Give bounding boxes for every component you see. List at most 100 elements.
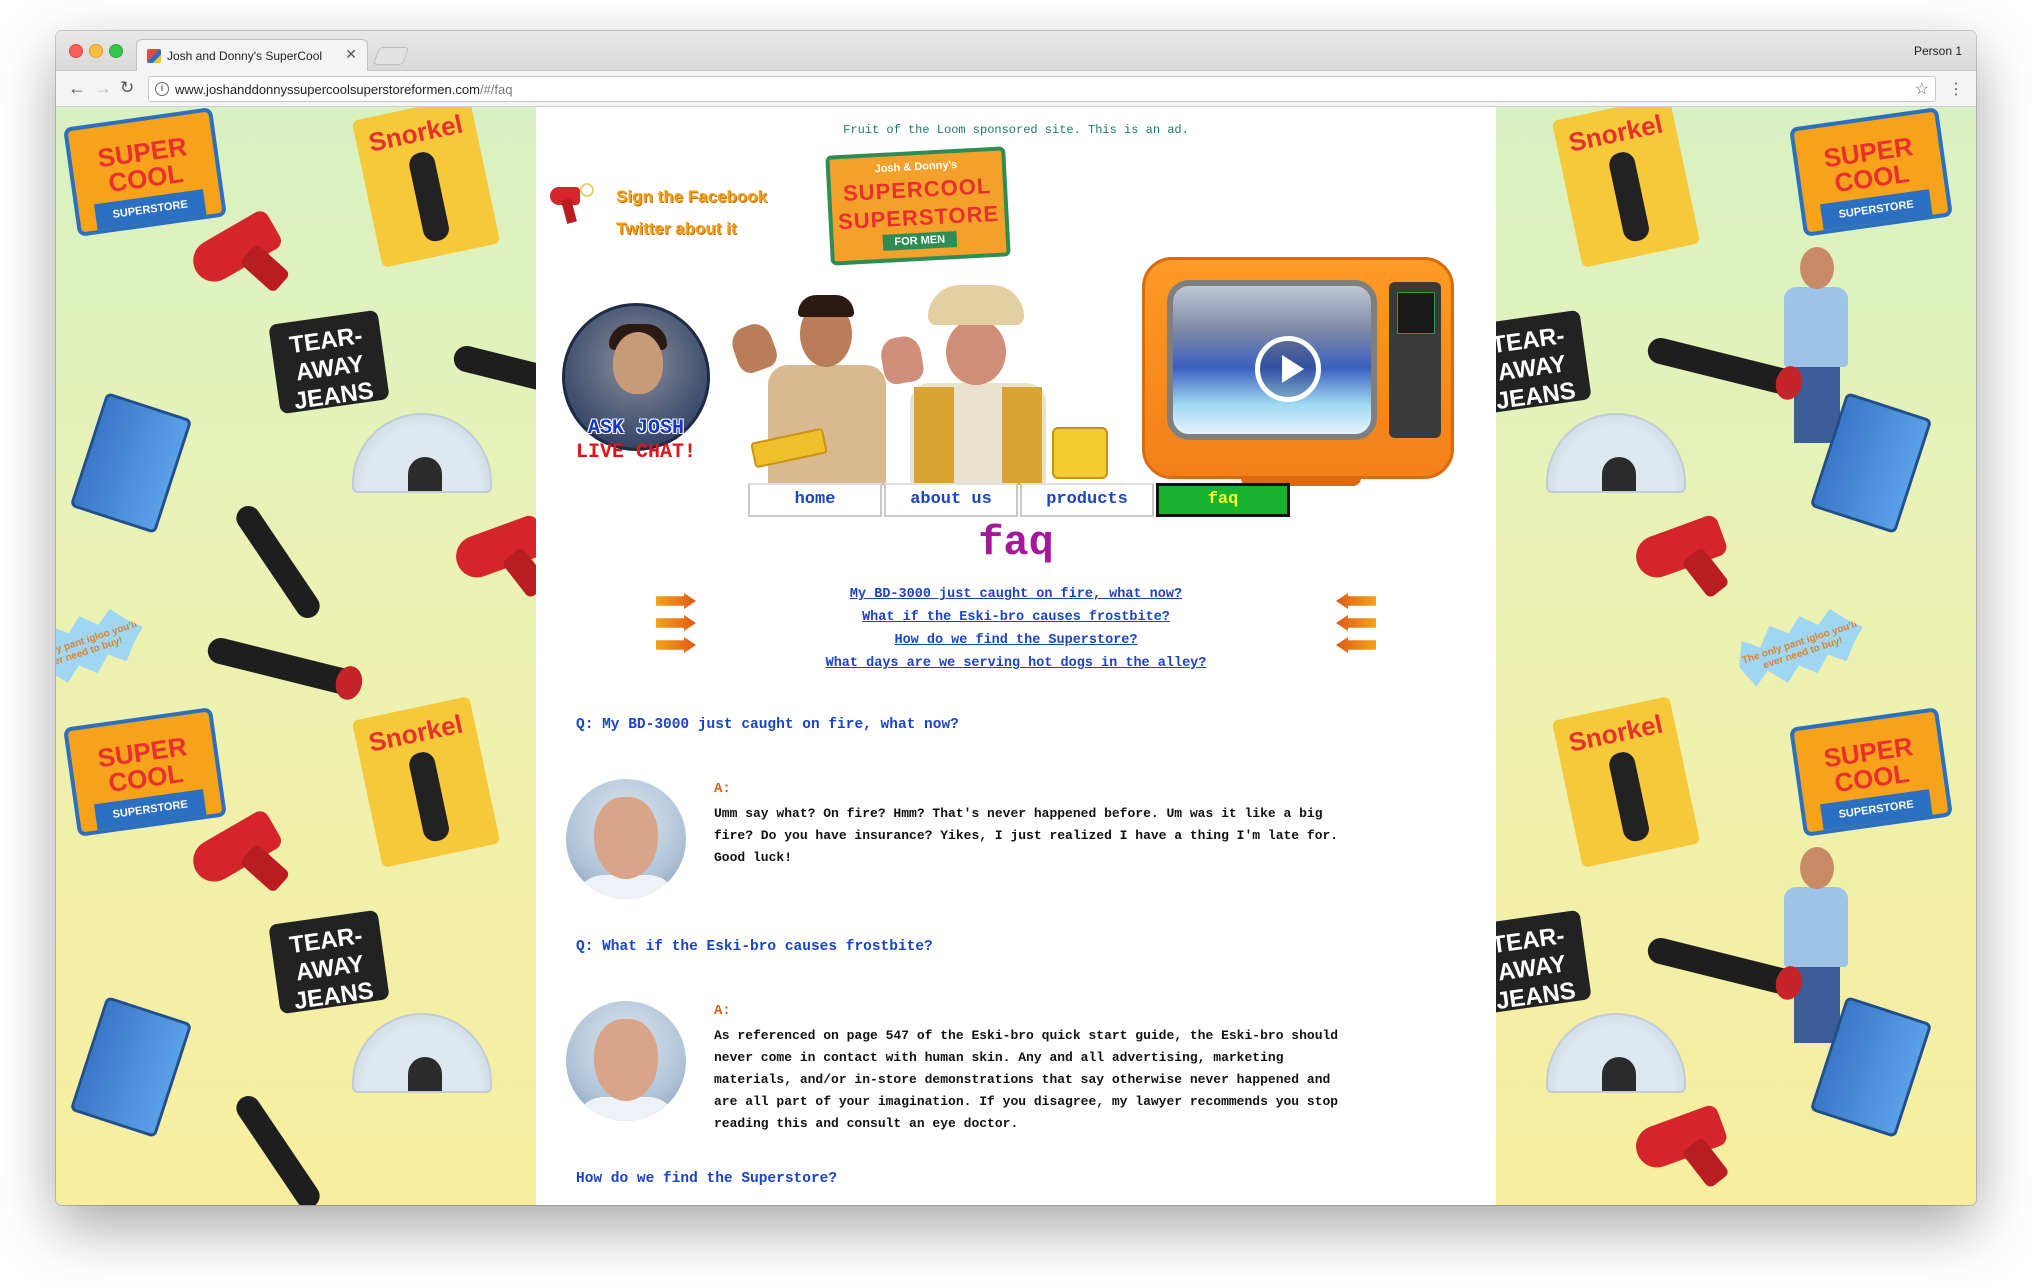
video-tv-player[interactable] bbox=[1142, 257, 1454, 486]
sticker-line: TEAR-AWAY bbox=[287, 922, 366, 987]
tv-screen[interactable] bbox=[1167, 280, 1377, 440]
igloo-starburst-badge: The only pant igloo you'll ever need to … bbox=[1730, 598, 1872, 695]
browser-menu-icon[interactable]: ⋮ bbox=[1948, 79, 1964, 99]
wallpaper-left: SUPER COOL SUPERSTORE Snorkel TEAR-AWAY … bbox=[56, 107, 536, 1205]
fridge-icon bbox=[69, 996, 193, 1138]
snorkel-tube-icon bbox=[1607, 749, 1652, 844]
hairdryer-icon bbox=[1630, 1103, 1732, 1189]
pant-snorkel-sticker: Snorkel bbox=[351, 696, 501, 868]
faq-link[interactable]: What days are we serving hot dogs in the… bbox=[536, 652, 1496, 675]
play-icon[interactable] bbox=[1255, 336, 1321, 402]
snorkel-pipe-icon bbox=[231, 1091, 325, 1205]
url-host: www.joshanddonnyssupercoolsuperstoreform… bbox=[175, 82, 480, 97]
wallpaper-right: Snorkel SUPER COOL SUPERSTORE TEAR-AWAY … bbox=[1496, 107, 1976, 1205]
faq-answer: Umm say what? On fire? Hmm? That's never… bbox=[714, 806, 1339, 865]
site-logo[interactable]: Josh & Donny's SUPERCOOL SUPERSTORE FOR … bbox=[825, 146, 1011, 266]
pant-snorkel-sticker: Snorkel bbox=[351, 107, 501, 268]
browser-toolbar: ← → ↻ i www.joshanddonnyssupercoolsupers… bbox=[56, 71, 1976, 107]
snorkel-pipe-icon bbox=[231, 501, 325, 623]
pant-snorkel-sticker: Snorkel bbox=[1551, 696, 1701, 868]
igloo-icon bbox=[1546, 413, 1686, 493]
faq-answer: As referenced on page 547 of the Eski-br… bbox=[714, 1028, 1339, 1131]
faq-question: Q: What if the Eski-bro causes frostbite… bbox=[576, 939, 933, 955]
tear-away-jeans-sticker: TEAR-AWAY JEANS bbox=[268, 309, 390, 415]
tab-title: Josh and Donny's SuperCool bbox=[167, 49, 323, 63]
forward-arrow-icon[interactable]: → bbox=[94, 78, 112, 98]
igloo-icon bbox=[352, 1013, 492, 1093]
donny-avatar bbox=[566, 1001, 686, 1121]
close-window-button[interactable] bbox=[69, 44, 83, 58]
faq-question: Q: My BD-3000 just caught on fire, what … bbox=[576, 717, 959, 733]
belt-icon bbox=[451, 343, 536, 405]
pant-snorkel-sticker: Snorkel bbox=[1551, 107, 1701, 268]
hairdryer-icon bbox=[1630, 513, 1732, 599]
desktop-background: Josh and Donny's SuperCool ✕ Person 1 ← … bbox=[0, 0, 2032, 1285]
hairdryer-logo-icon bbox=[550, 183, 594, 224]
sticker-line: Snorkel bbox=[365, 108, 466, 158]
twitter-link[interactable]: Twitter about it bbox=[616, 219, 737, 239]
snorkel-tube-icon bbox=[407, 149, 452, 244]
sticker-line: Snorkel bbox=[1565, 708, 1666, 758]
url-text[interactable]: www.joshanddonnyssupercoolsuperstoreform… bbox=[175, 82, 512, 97]
supercool-sticker: SUPER COOL SUPERSTORE bbox=[1789, 107, 1953, 237]
faq-link[interactable]: How do we find the Superstore? bbox=[536, 629, 1496, 652]
sponsor-note: Fruit of the Loom sponsored site. This i… bbox=[843, 123, 1189, 137]
main-nav: home about us products faq bbox=[748, 483, 1292, 517]
site-favicon-icon bbox=[147, 49, 161, 63]
minimize-window-button[interactable] bbox=[89, 44, 103, 58]
back-arrow-icon[interactable]: ← bbox=[68, 78, 86, 98]
nav-faq[interactable]: faq bbox=[1156, 483, 1290, 517]
product-box-icon bbox=[1052, 427, 1108, 479]
faq-question: How do we find the Superstore? bbox=[576, 1171, 838, 1187]
logo-sub-text: FOR MEN bbox=[882, 231, 958, 251]
tv-control-panel bbox=[1389, 282, 1441, 438]
sticker-line: TEAR-AWAY bbox=[1496, 922, 1568, 987]
tear-away-jeans-sticker: TEAR-AWAY JEANS bbox=[268, 909, 390, 1015]
belt-icon bbox=[205, 635, 357, 697]
nav-home[interactable]: home bbox=[748, 483, 882, 517]
supercool-sticker: SUPER COOL SUPERSTORE bbox=[1789, 707, 1953, 837]
faq-answer-label: A: bbox=[714, 1003, 731, 1019]
page-title: faq bbox=[978, 519, 1054, 567]
snorkel-tube-icon bbox=[1607, 149, 1652, 244]
live-chat-label[interactable]: LIVE CHAT! bbox=[556, 441, 716, 464]
belt-icon bbox=[1645, 335, 1797, 397]
close-tab-icon[interactable]: ✕ bbox=[345, 46, 357, 63]
sticker-line: TEAR-AWAY bbox=[287, 322, 366, 387]
profile-button[interactable]: Person 1 bbox=[1914, 44, 1962, 58]
belt-icon bbox=[1645, 935, 1797, 997]
faq-table-of-contents: My BD-3000 just caught on fire, what now… bbox=[536, 583, 1496, 675]
igloo-starburst-badge: The only pant igloo you'll ever need to … bbox=[56, 598, 152, 695]
browser-tab[interactable]: Josh and Donny's SuperCool ✕ bbox=[136, 39, 368, 71]
new-tab-button[interactable] bbox=[372, 47, 410, 65]
faq-link[interactable]: My BD-3000 just caught on fire, what now… bbox=[536, 583, 1496, 606]
hairdryer-icon bbox=[185, 207, 291, 296]
logo-main-text-2: SUPERSTORE bbox=[837, 200, 1000, 235]
site-info-icon[interactable]: i bbox=[155, 82, 169, 96]
ask-josh-label[interactable]: ASK JOSH bbox=[562, 417, 710, 440]
supercool-sticker: SUPER COOL SUPERSTORE bbox=[63, 707, 227, 837]
nav-about-us[interactable]: about us bbox=[884, 483, 1018, 517]
maximize-window-button[interactable] bbox=[109, 44, 123, 58]
faq-link[interactable]: What if the Eski-bro causes frostbite? bbox=[536, 606, 1496, 629]
sticker-line: TEAR-AWAY bbox=[1496, 322, 1568, 387]
url-path: /#/faq bbox=[479, 82, 513, 97]
bookmark-star-icon[interactable]: ☆ bbox=[1915, 79, 1929, 99]
page-viewport[interactable]: SUPER COOL SUPERSTORE Snorkel TEAR-AWAY … bbox=[56, 107, 1976, 1205]
sticker-line: Snorkel bbox=[1565, 108, 1666, 158]
igloo-icon bbox=[1546, 1013, 1686, 1093]
tear-away-jeans-sticker: TEAR-AWAY JEANS bbox=[1496, 909, 1592, 1015]
igloo-icon bbox=[352, 413, 492, 493]
nav-products[interactable]: products bbox=[1020, 483, 1154, 517]
hosts-photo bbox=[727, 285, 1132, 485]
tear-away-jeans-sticker: TEAR-AWAY JEANS bbox=[1496, 309, 1592, 415]
browser-window: Josh and Donny's SuperCool ✕ Person 1 ← … bbox=[56, 31, 1976, 1205]
fridge-icon bbox=[69, 392, 193, 534]
address-bar[interactable]: i www.joshanddonnyssupercoolsuperstorefo… bbox=[148, 76, 1936, 102]
sticker-line: Snorkel bbox=[365, 708, 466, 758]
faq-answer-label: A: bbox=[714, 781, 731, 797]
title-bar: Josh and Donny's SuperCool ✕ Person 1 bbox=[56, 31, 1976, 71]
facebook-link[interactable]: Sign the Facebook bbox=[616, 187, 767, 207]
reload-icon[interactable]: ↻ bbox=[120, 78, 134, 98]
main-content: Fruit of the Loom sponsored site. This i… bbox=[536, 107, 1496, 1205]
